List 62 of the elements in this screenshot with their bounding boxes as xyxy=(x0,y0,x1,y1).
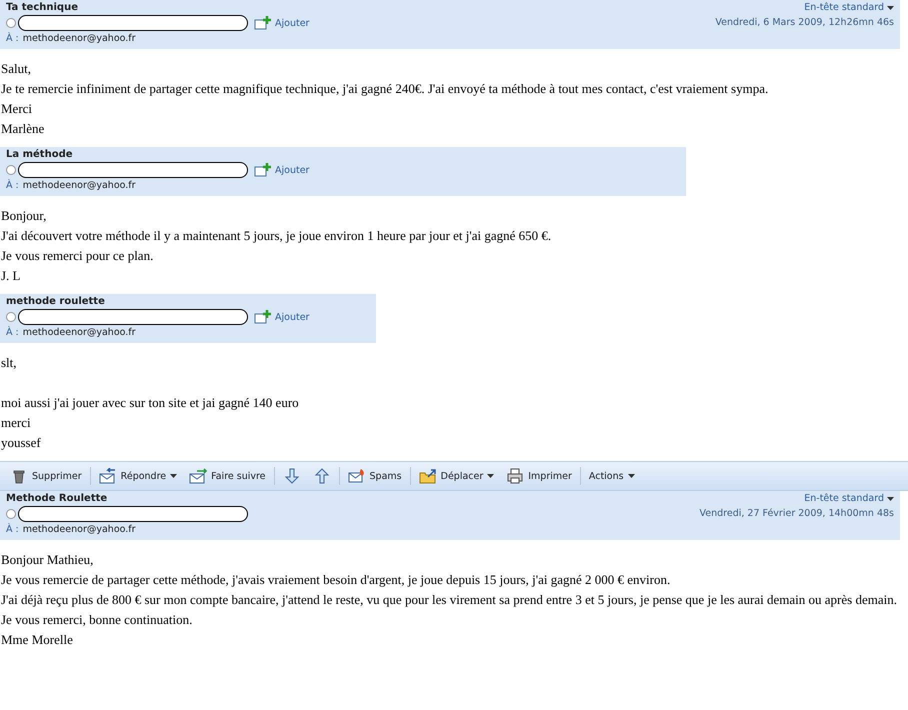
recipient-label: À : xyxy=(6,33,19,44)
recipient-address: methodeenor@yahoo.fr xyxy=(22,33,136,44)
message-line: Mme Morelle xyxy=(1,631,74,649)
message-date: Vendredi, 6 Mars 2009, 12h26mn 46s xyxy=(715,17,894,28)
add-contact-icon xyxy=(254,16,272,30)
message-line: J. L xyxy=(1,267,22,285)
up-arrow-icon xyxy=(312,468,331,484)
recipient-address: methodeenor@yahoo.fr xyxy=(22,524,136,535)
header-view-menu[interactable]: En-tête standard xyxy=(804,2,894,13)
envelope-arrow-icon xyxy=(98,468,117,484)
status-icon xyxy=(6,18,16,28)
caret-icon xyxy=(628,474,635,478)
message-line: Merci xyxy=(1,100,34,118)
toolbar-button[interactable]: Imprimer xyxy=(500,466,578,486)
add-contact-icon xyxy=(254,310,272,324)
toolbar-button[interactable]: Faire suivre xyxy=(183,466,272,486)
header-view-menu[interactable]: En-tête standard xyxy=(804,493,894,504)
caret-icon xyxy=(887,6,894,10)
message-line: moi aussi j'ai jouer avec sur ton site et jai gagné 140 euro xyxy=(1,394,300,412)
message-subject: methode roulette xyxy=(6,296,106,307)
message-line: Je vous remercie de partager cette méthode, j'avais vraiement besoin d'argent, je joue depuis 15 jours, j'ai gagné 2 000 € environ. xyxy=(1,571,672,589)
message-subject: Methode Roulette xyxy=(6,493,108,504)
message-line: Salut, xyxy=(1,60,32,78)
message-line: Je vous remerci, bonne continuation. xyxy=(1,611,194,629)
message-subject: La méthode xyxy=(6,149,74,160)
message-date: Vendredi, 27 Février 2009, 14h00mn 48s xyxy=(700,508,894,519)
folder-arrow-icon xyxy=(418,468,437,484)
toolbar-button[interactable]: Déplacer xyxy=(412,466,500,486)
message-line: Je vous remerci pour ce plan. xyxy=(1,247,154,265)
message-line: Je te remercie infiniment de partager cette magnifique technique, j'ai gagné 240€. J'ai envoyé ta méthode à tout mes contact, c'est vraiement sympa. xyxy=(1,80,770,98)
message-line: J'ai déjà reçu plus de 800 € sur mon compte bancaire, j'attend le reste, vu que pour les virement sa prend entre 3 et 5 jours, je pense que je les aurai demain ou après demain. xyxy=(1,591,898,609)
add-contact-link[interactable]: Ajouter xyxy=(254,16,310,30)
caret-icon xyxy=(887,496,894,500)
message-line: Marlène xyxy=(1,120,46,138)
status-icon xyxy=(6,165,16,175)
printer-icon xyxy=(506,468,524,484)
add-contact-link[interactable]: Ajouter xyxy=(254,310,310,324)
recipient-label: À : xyxy=(6,524,19,535)
message-line: merci xyxy=(1,414,32,432)
status-icon xyxy=(6,312,16,322)
recipient-label: À : xyxy=(6,180,19,191)
message-line: Bonjour, xyxy=(1,207,48,225)
caret-icon xyxy=(170,474,178,478)
message-subject: Ta technique xyxy=(6,2,79,13)
message-line: J'ai découvert votre méthode il y a maintenant 5 jours, je joue environ 1 heure par jour et j'ai gagné 650 €. xyxy=(1,227,552,245)
down-arrow-icon xyxy=(282,468,301,484)
add-contact-icon xyxy=(254,163,272,177)
toolbar-button[interactable]: Actions xyxy=(582,468,641,484)
toolbar-button[interactable]: Répondre xyxy=(92,466,184,486)
status-icon xyxy=(6,509,16,519)
toolbar-button[interactable]: Supprimer xyxy=(4,466,88,486)
add-contact-link[interactable]: Ajouter xyxy=(254,163,310,177)
caret-icon xyxy=(487,474,494,478)
envelope-flame-icon xyxy=(348,468,366,484)
message-line: Bonjour Mathieu, xyxy=(1,551,94,569)
recipient-label: À : xyxy=(6,327,19,338)
envelope-arrow-icon xyxy=(189,468,208,484)
message-line: slt, xyxy=(1,354,18,372)
recipient-address: methodeenor@yahoo.fr xyxy=(22,180,136,191)
recipient-address: methodeenor@yahoo.fr xyxy=(22,327,136,338)
message-line: youssef xyxy=(1,434,42,452)
toolbar-button[interactable]: Spams xyxy=(342,466,408,486)
